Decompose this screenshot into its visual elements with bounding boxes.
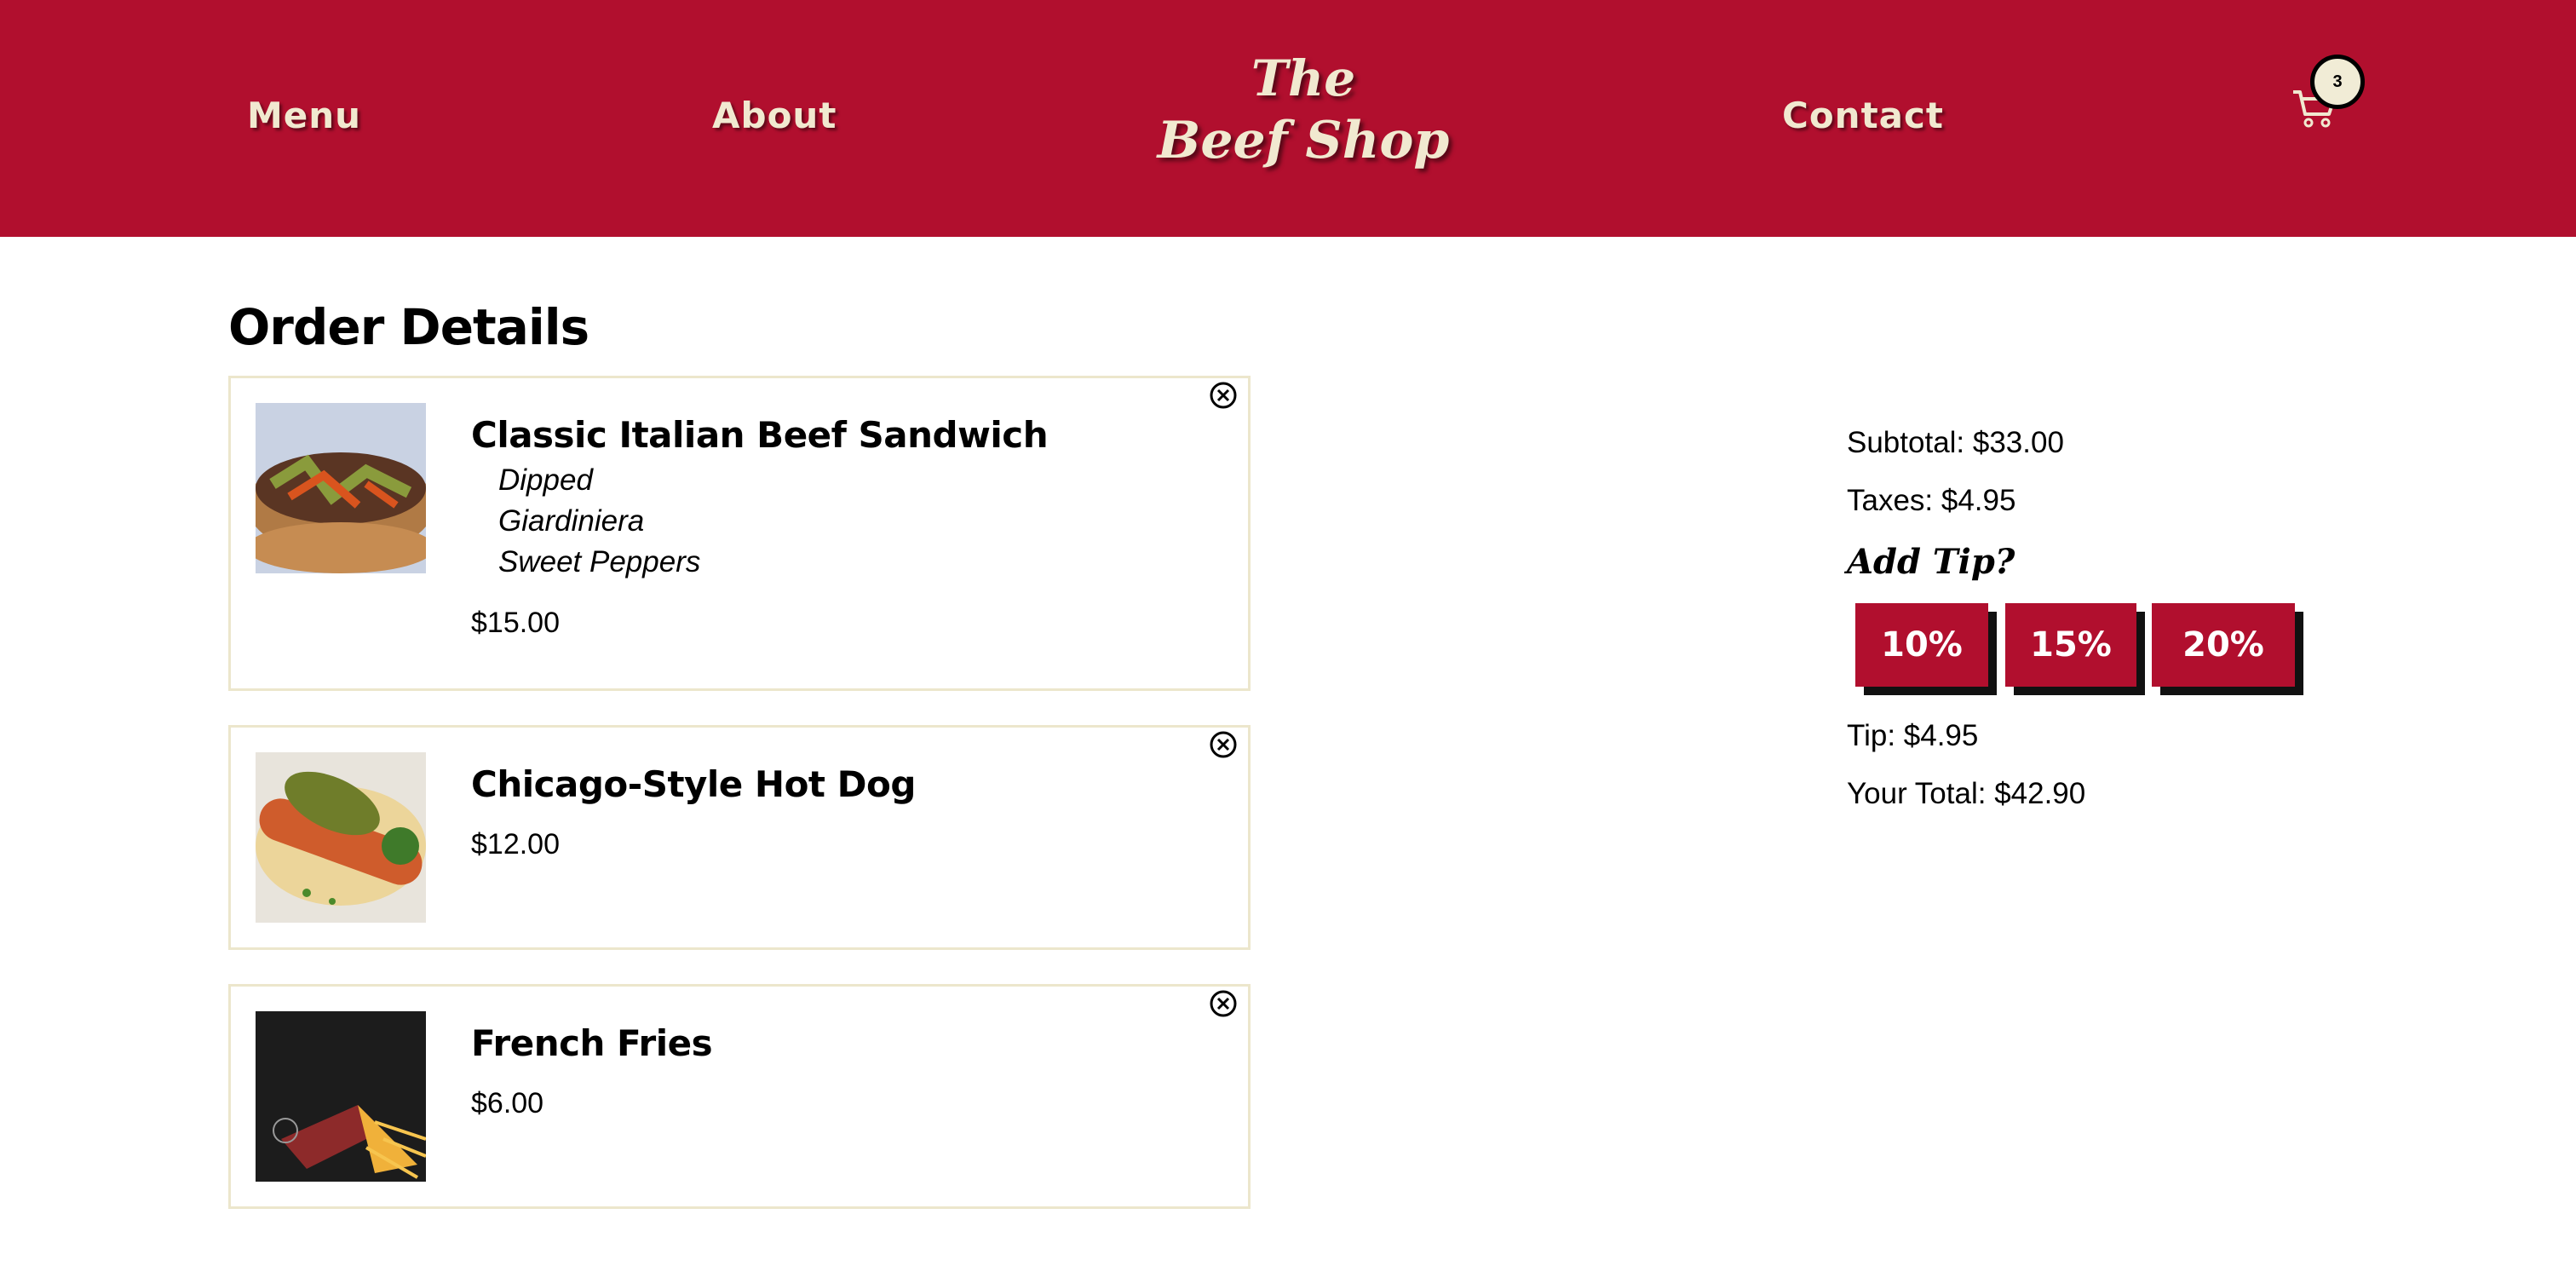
tip-10-button[interactable]: 10% bbox=[1855, 603, 1988, 687]
cart-button[interactable]: 3 bbox=[2285, 51, 2378, 145]
item-price: $6.00 bbox=[471, 1087, 544, 1119]
item-image-hot-dog bbox=[256, 752, 426, 923]
item-image-french-fries bbox=[256, 1011, 426, 1182]
tip-text: Tip: $4.95 bbox=[1847, 719, 1979, 752]
item-modifier: Giardiniera bbox=[498, 504, 645, 538]
taxes-text: Taxes: $4.95 bbox=[1847, 484, 2016, 517]
logo-line-1: The bbox=[1251, 49, 1356, 107]
remove-item-icon[interactable] bbox=[1209, 381, 1238, 410]
order-item-card: Chicago-Style Hot Dog $12.00 bbox=[228, 725, 1251, 950]
nav-menu-link[interactable]: Menu bbox=[247, 92, 361, 140]
remove-item-icon[interactable] bbox=[1209, 989, 1238, 1018]
subtotal-text: Subtotal: $33.00 bbox=[1847, 426, 2064, 459]
cart-count-badge: 3 bbox=[2310, 55, 2365, 109]
site-header: Menu About The Beef Shop Contact 3 bbox=[0, 0, 2576, 237]
nav-about-link[interactable]: About bbox=[712, 92, 837, 140]
total-text: Your Total: $42.90 bbox=[1847, 777, 2086, 810]
page-title: Order Details bbox=[228, 298, 589, 356]
logo-line-2: Beef Shop bbox=[1157, 111, 1450, 170]
site-logo[interactable]: The Beef Shop bbox=[1141, 48, 1465, 172]
item-modifier: Sweet Peppers bbox=[498, 545, 701, 578]
tip-heading: Add Tip? bbox=[1847, 542, 2015, 582]
nav-contact-link[interactable]: Contact bbox=[1782, 92, 1944, 140]
item-name: Classic Italian Beef Sandwich bbox=[471, 414, 1049, 456]
tip-20-button[interactable]: 20% bbox=[2152, 603, 2295, 687]
order-item-card: French Fries $6.00 bbox=[228, 984, 1251, 1209]
order-item-card: Classic Italian Beef Sandwich Dipped Gia… bbox=[228, 376, 1251, 691]
item-price: $12.00 bbox=[471, 828, 560, 860]
item-modifier: Dipped bbox=[498, 463, 593, 497]
item-price: $15.00 bbox=[471, 607, 560, 639]
item-name: Chicago-Style Hot Dog bbox=[471, 763, 916, 805]
item-image-italian-beef bbox=[256, 403, 426, 573]
remove-item-icon[interactable] bbox=[1209, 730, 1238, 759]
item-name: French Fries bbox=[471, 1022, 713, 1064]
tip-15-button[interactable]: 15% bbox=[2005, 603, 2136, 687]
